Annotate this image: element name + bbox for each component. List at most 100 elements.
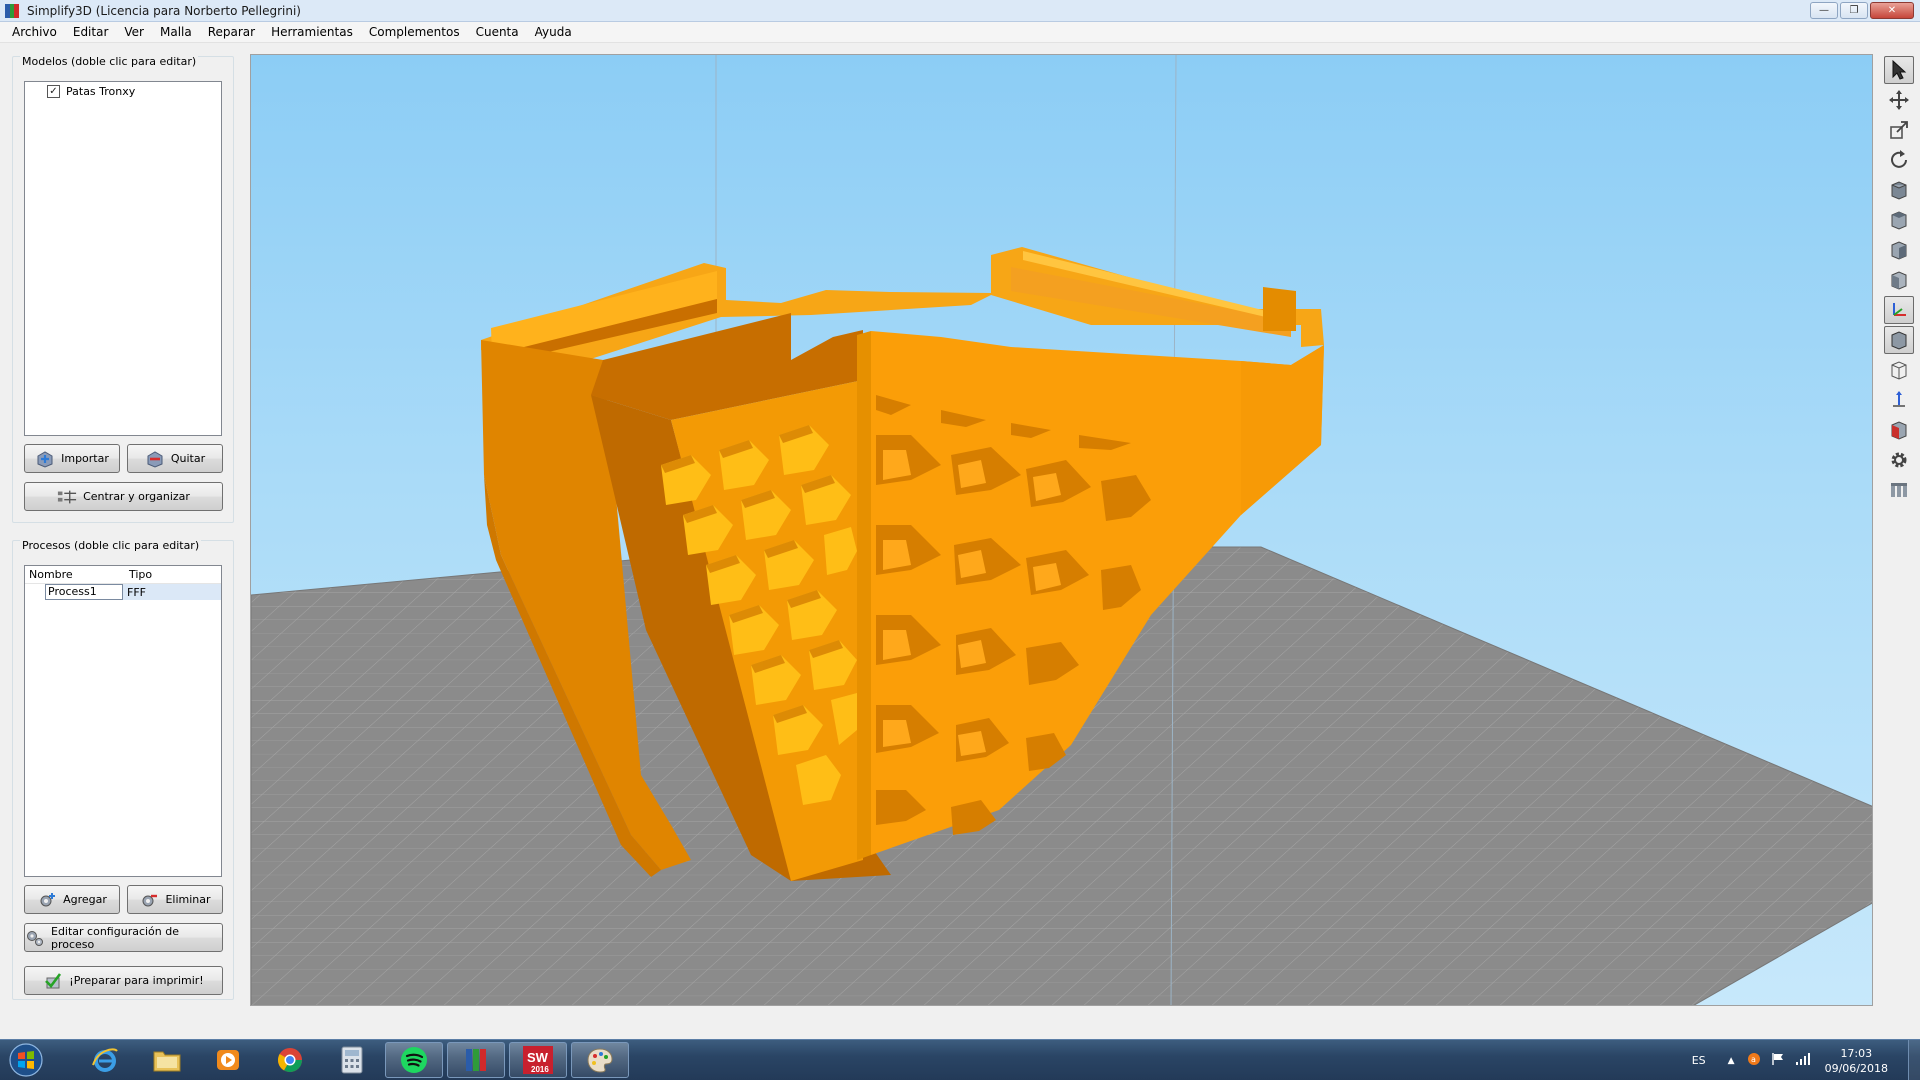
clock-time: 17:03 — [1840, 1046, 1873, 1060]
menu-complementos[interactable]: Complementos — [361, 22, 468, 43]
import-label: Importar — [61, 452, 109, 465]
solid-view-toggle[interactable] — [1884, 326, 1914, 354]
cube-iso-icon — [1891, 271, 1907, 290]
import-icon — [35, 450, 55, 468]
language-indicator[interactable]: ES — [1692, 1054, 1706, 1067]
taskbar-paint[interactable] — [571, 1042, 629, 1078]
process-type-cell: FFF — [127, 585, 146, 599]
menu-editar[interactable]: Editar — [65, 22, 117, 43]
tray-network-icon[interactable] — [1795, 1052, 1811, 1069]
menu-reparar[interactable]: Reparar — [200, 22, 263, 43]
view-iso-button[interactable] — [1884, 266, 1914, 294]
import-button[interactable]: Importar — [24, 444, 120, 473]
scale-tool[interactable] — [1884, 116, 1914, 144]
minimize-button[interactable]: — — [1810, 2, 1838, 19]
spotify-icon — [401, 1047, 427, 1073]
cube-side-icon — [1891, 241, 1907, 260]
taskbar-simplify3d[interactable] — [447, 1042, 505, 1078]
rotate-tool[interactable] — [1884, 146, 1914, 174]
3d-viewport[interactable] — [250, 54, 1873, 1006]
remove-label: Quitar — [170, 452, 206, 465]
menu-malla[interactable]: Malla — [152, 22, 200, 43]
normals-toggle[interactable] — [1884, 386, 1914, 414]
right-toolbar — [1883, 54, 1917, 524]
move-tool[interactable] — [1884, 86, 1914, 114]
processes-table-header: Nombre Tipo — [25, 566, 221, 584]
machine-toggle[interactable] — [1884, 476, 1914, 504]
center-arrange-button[interactable]: Centrar y organizar — [24, 482, 223, 511]
models-group: Modelos (doble clic para editar) ✓ Patas… — [12, 55, 234, 523]
solidworks-badge: 2016 — [531, 1065, 549, 1074]
delete-process-label: Eliminar — [165, 893, 211, 906]
prepare-to-print-button[interactable]: ¡Preparar para imprimir! — [24, 966, 223, 995]
taskbar-internet-explorer[interactable] — [76, 1042, 134, 1078]
cross-section-toggle[interactable] — [1884, 416, 1914, 444]
normals-arrow-icon — [1893, 391, 1905, 407]
menu-cuenta[interactable]: Cuenta — [468, 22, 527, 43]
menu-archivo[interactable]: Archivo — [4, 22, 65, 43]
close-button[interactable]: ✕ — [1870, 2, 1914, 19]
remove-button[interactable]: Quitar — [127, 444, 223, 473]
maximize-button[interactable]: ❐ — [1840, 2, 1868, 19]
view-side-button[interactable] — [1884, 236, 1914, 264]
gear-icon — [1891, 452, 1907, 468]
taskbar-spotify[interactable] — [385, 1042, 443, 1078]
wireframe-view-toggle[interactable] — [1884, 356, 1914, 384]
chrome-icon — [277, 1048, 302, 1073]
model-item-patas-tronxy[interactable]: ✓ Patas Tronxy — [25, 83, 221, 100]
cube-front-icon — [1891, 181, 1907, 200]
system-tray: ES ▲ a 17:03 09/06/2018 — [1692, 1040, 1920, 1080]
menu-herramientas[interactable]: Herramientas — [263, 22, 361, 43]
prepare-to-print-label: ¡Preparar para imprimir! — [69, 974, 204, 987]
media-player-icon — [217, 1050, 239, 1070]
view-front-button[interactable] — [1884, 176, 1914, 204]
cross-section-icon — [1891, 421, 1907, 440]
taskbar-media-player[interactable] — [199, 1042, 257, 1078]
menu-ayuda[interactable]: Ayuda — [527, 22, 580, 43]
menu-ver[interactable]: Ver — [116, 22, 152, 43]
view-top-button[interactable] — [1884, 206, 1914, 234]
settings-button[interactable] — [1884, 446, 1914, 474]
edit-process-settings-button[interactable]: Editar configuración de proceso — [24, 923, 223, 952]
tray-expand-icon[interactable]: ▲ — [1728, 1056, 1735, 1066]
delete-gear-icon — [139, 891, 159, 909]
svg-text:SW: SW — [527, 1050, 549, 1065]
select-tool[interactable] — [1884, 56, 1914, 84]
taskbar: SW 2016 ES ▲ a 17:03 09/06/2018 — [0, 1039, 1920, 1080]
taskbar-solidworks[interactable]: SW 2016 — [509, 1042, 567, 1078]
rotate-icon — [1891, 150, 1907, 168]
left-panel: Modelos (doble clic para editar) ✓ Patas… — [0, 44, 246, 1004]
add-process-label: Agregar — [63, 893, 107, 906]
models-list[interactable]: ✓ Patas Tronxy — [24, 81, 222, 436]
col-header-name[interactable]: Nombre — [25, 568, 125, 581]
delete-process-button[interactable]: Eliminar — [127, 885, 223, 914]
clock-date: 09/06/2018 — [1824, 1061, 1888, 1075]
processes-table[interactable]: Nombre Tipo Process1 FFF — [24, 565, 222, 877]
add-process-button[interactable]: Agregar — [24, 885, 120, 914]
windows-orb-icon — [9, 1043, 43, 1077]
tray-avast-icon[interactable]: a — [1747, 1052, 1761, 1069]
processes-group-title: Procesos (doble clic para editar) — [20, 539, 202, 552]
taskbar-file-explorer[interactable] — [138, 1042, 196, 1078]
folder-icon — [153, 1051, 181, 1072]
start-button[interactable] — [6, 1042, 46, 1078]
add-gear-icon — [37, 891, 57, 909]
taskbar-chrome[interactable] — [261, 1042, 319, 1078]
col-header-type[interactable]: Tipo — [125, 568, 152, 581]
axes-toggle[interactable] — [1884, 296, 1914, 324]
menu-bar: Archivo Editar Ver Malla Reparar Herrami… — [0, 22, 1920, 43]
model-visible-checkbox[interactable]: ✓ — [47, 85, 60, 98]
show-desktop-button[interactable] — [1908, 1040, 1920, 1080]
model-item-label: Patas Tronxy — [66, 85, 136, 98]
tray-flag-icon[interactable] — [1771, 1052, 1785, 1069]
taskbar-calculator[interactable] — [323, 1042, 381, 1078]
table-row[interactable]: Process1 FFF — [45, 584, 221, 600]
svg-text:a: a — [1751, 1055, 1756, 1064]
paint-palette-icon — [587, 1048, 613, 1073]
clock[interactable]: 17:03 09/06/2018 — [1825, 1046, 1888, 1076]
models-group-title: Modelos (doble clic para editar) — [20, 55, 199, 68]
cube-top-icon — [1891, 211, 1907, 230]
process-name-cell[interactable]: Process1 — [45, 584, 123, 600]
center-arrange-icon — [57, 488, 77, 506]
printer-frame-icon — [1891, 483, 1907, 497]
